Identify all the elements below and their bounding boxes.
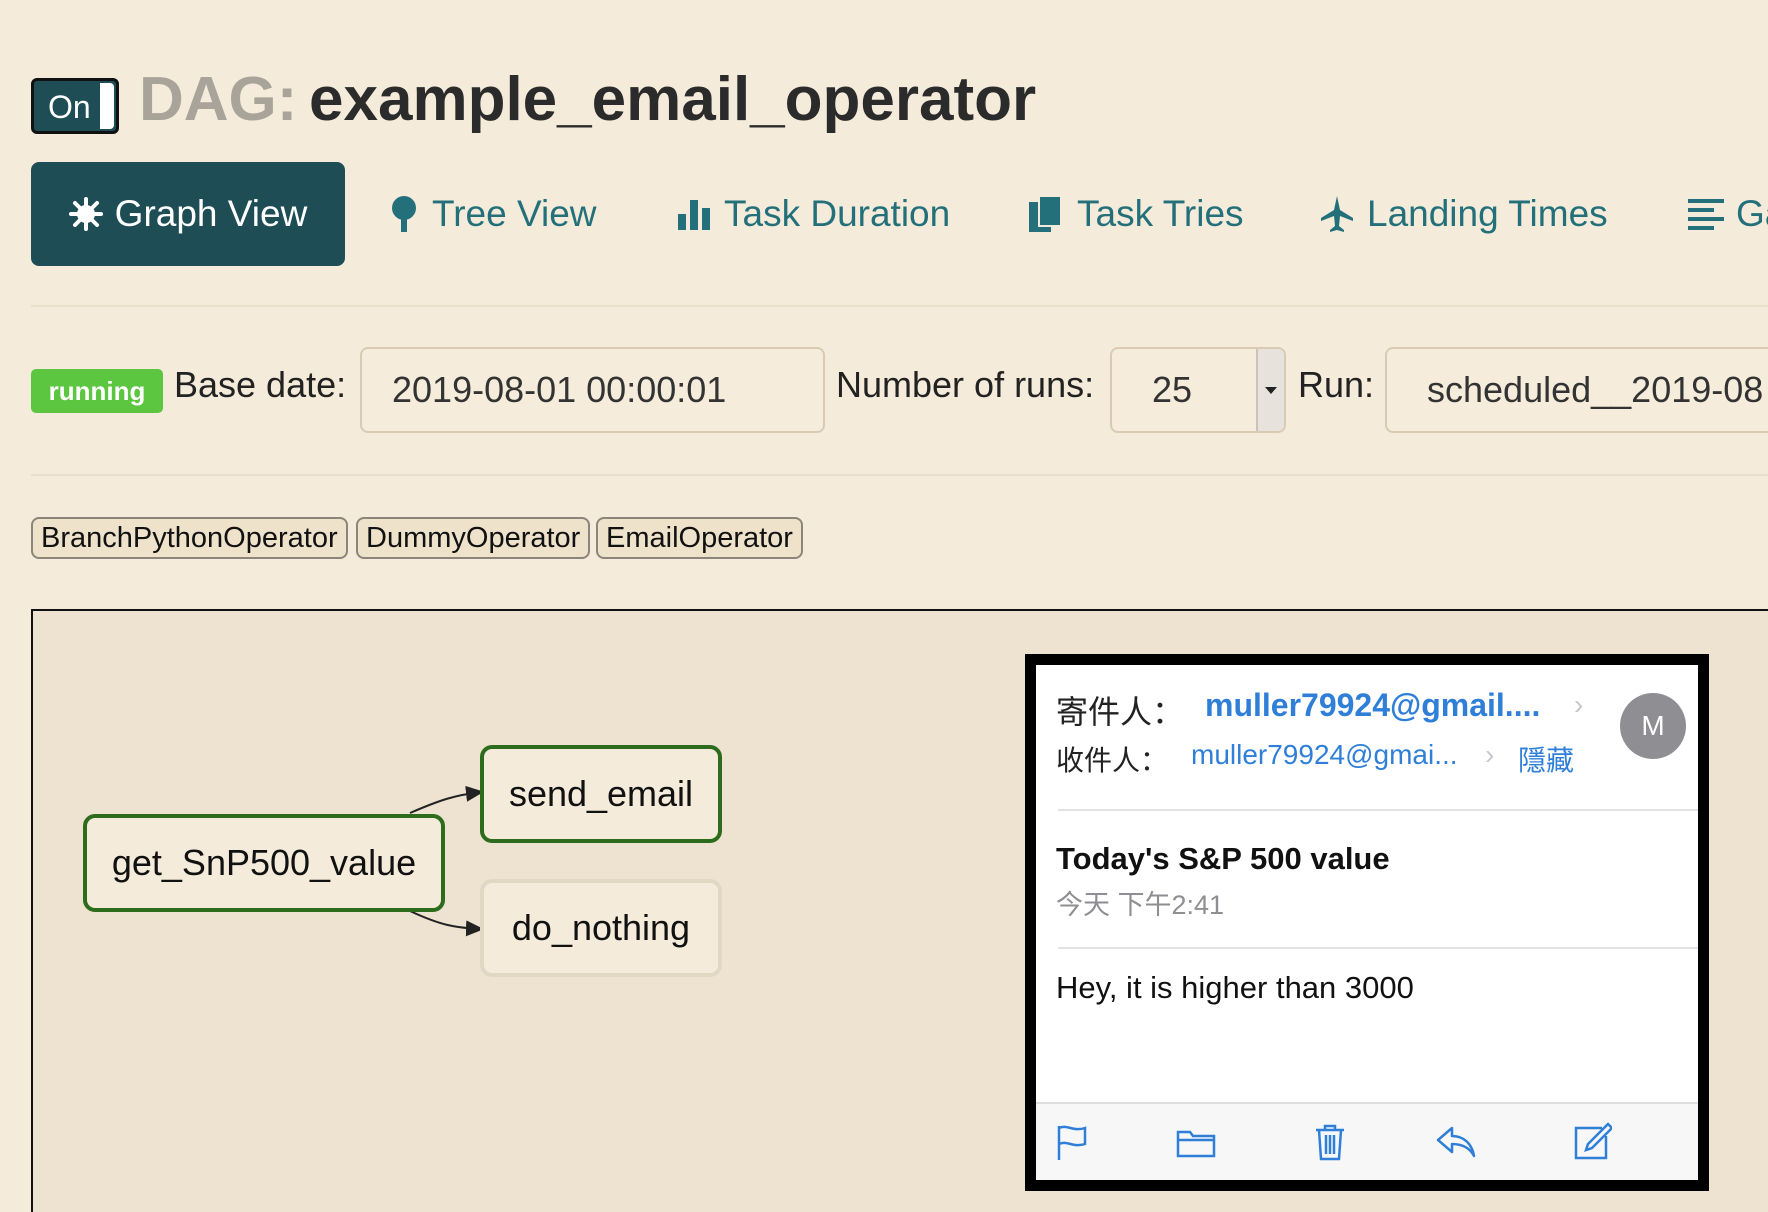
chevron-right-icon: › — [1485, 739, 1495, 770]
email-to-value[interactable]: muller79924@gmai... — [1191, 739, 1458, 771]
email-screenshot: 寄件人： muller79924@gmail.... › 收件人： muller… — [1025, 654, 1709, 1191]
task-node-get-snp500-value[interactable]: get_SnP500_value — [83, 814, 445, 912]
avatar: M — [1620, 693, 1686, 759]
edge-get-to-send — [409, 785, 484, 814]
email-hide-link[interactable]: 隱藏 — [1518, 739, 1574, 779]
compose-icon[interactable] — [1572, 1122, 1614, 1162]
task-node-do-nothing[interactable]: do_nothing — [480, 879, 722, 977]
edge-get-to-nothing — [409, 910, 484, 937]
flag-icon[interactable] — [1053, 1122, 1093, 1162]
reply-icon[interactable] — [1434, 1122, 1476, 1162]
email-subject: Today's S&P 500 value — [1056, 841, 1390, 876]
email-from-label: 寄件人： — [1056, 694, 1185, 730]
email-time: 今天 下午2:41 — [1056, 890, 1225, 920]
email-from-value[interactable]: muller79924@gmail.... — [1205, 687, 1540, 724]
task-node-send-email[interactable]: send_email — [480, 745, 722, 843]
trash-icon[interactable] — [1310, 1122, 1350, 1162]
email-toolbar — [1036, 1102, 1698, 1180]
email-body: Hey, it is higher than 3000 — [1056, 970, 1414, 1005]
email-to-label: 收件人： — [1056, 745, 1169, 776]
chevron-right-icon: › — [1574, 689, 1584, 720]
divider — [1058, 947, 1698, 949]
divider — [1058, 809, 1698, 811]
folder-icon[interactable] — [1176, 1122, 1216, 1162]
